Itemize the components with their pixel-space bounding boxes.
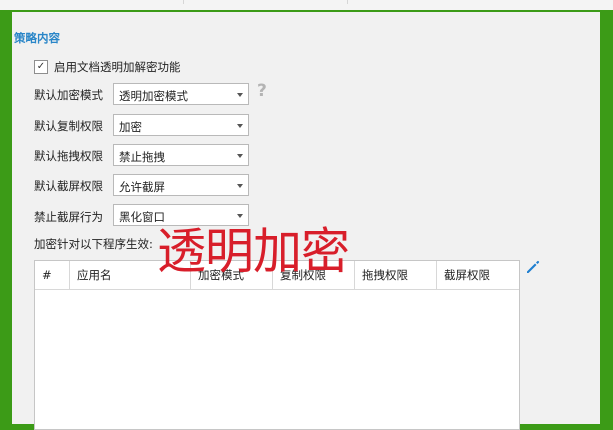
apply-programs-label: 加密针对以下程序生效: <box>34 237 153 251</box>
default-encrypt-mode-select[interactable]: 透明加密模式 <box>113 83 249 105</box>
select-value: 透明加密模式 <box>119 89 188 103</box>
default-screenshot-permission-label: 默认截屏权限 <box>34 179 103 193</box>
section-title: 策略内容 <box>14 31 60 45</box>
strategy-panel: 策略内容 ✓ 启用文档透明加解密功能 默认加密模式 透明加密模式 ? 默认复制权… <box>12 12 600 430</box>
enable-encryption-label: 启用文档透明加解密功能 <box>54 60 181 74</box>
select-value: 禁止拖拽 <box>119 150 165 164</box>
select-value: 加密 <box>119 120 142 134</box>
column-header-encrypt-mode[interactable]: 加密模式 <box>190 261 272 289</box>
default-copy-permission-select[interactable]: 加密 <box>113 114 249 136</box>
top-strip <box>0 0 613 10</box>
column-header-drag-permission[interactable]: 拖拽权限 <box>354 261 436 289</box>
select-value: 允许截屏 <box>119 180 165 194</box>
divider <box>347 0 348 4</box>
enable-encryption-checkbox[interactable]: ✓ <box>34 60 48 74</box>
table-header: # 应用名 加密模式 复制权限 拖拽权限 截屏权限 <box>35 261 519 290</box>
program-table[interactable]: # 应用名 加密模式 复制权限 拖拽权限 截屏权限 <box>34 260 520 430</box>
column-header-app-name[interactable]: 应用名 <box>69 261 190 289</box>
pencil-icon <box>527 260 540 273</box>
column-header-screenshot-permission[interactable]: 截屏权限 <box>436 261 519 289</box>
default-drag-permission-label: 默认拖拽权限 <box>34 149 103 163</box>
column-header-copy-permission[interactable]: 复制权限 <box>272 261 354 289</box>
select-value: 黑化窗口 <box>119 210 165 224</box>
chevron-down-icon <box>237 184 243 188</box>
block-screenshot-behavior-select[interactable]: 黑化窗口 <box>113 204 249 226</box>
chevron-down-icon <box>237 124 243 128</box>
enable-encryption-row[interactable]: ✓ 启用文档透明加解密功能 <box>34 59 181 75</box>
edit-icon[interactable] <box>525 259 541 275</box>
chevron-down-icon <box>237 93 243 97</box>
default-drag-permission-select[interactable]: 禁止拖拽 <box>113 144 249 166</box>
divider <box>183 0 184 4</box>
column-header-index[interactable]: # <box>35 261 69 289</box>
help-icon[interactable]: ? <box>257 82 271 100</box>
default-copy-permission-label: 默认复制权限 <box>34 119 103 133</box>
default-encrypt-mode-label: 默认加密模式 <box>34 88 103 102</box>
chevron-down-icon <box>237 214 243 218</box>
block-screenshot-behavior-label: 禁止截屏行为 <box>34 210 103 224</box>
chevron-down-icon <box>237 154 243 158</box>
default-screenshot-permission-select[interactable]: 允许截屏 <box>113 174 249 196</box>
